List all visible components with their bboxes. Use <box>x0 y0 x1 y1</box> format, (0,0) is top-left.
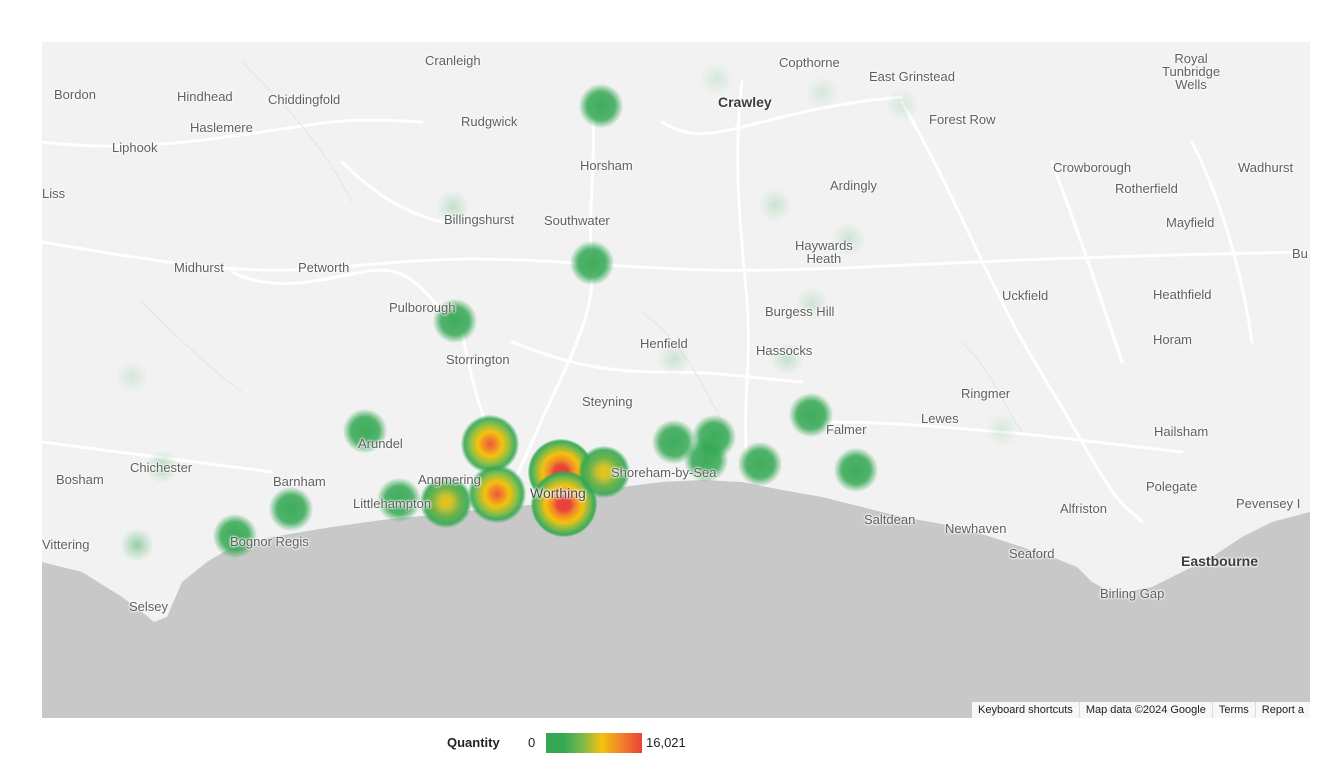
place-label-liphook: Liphook <box>112 140 158 155</box>
place-label-hassocks: Hassocks <box>756 343 813 358</box>
place-label-bosham: Bosham <box>56 472 104 487</box>
place-label-liss: Liss <box>42 186 66 201</box>
place-label-wadhurst: Wadhurst <box>1238 160 1294 175</box>
legend-color-ramp <box>546 733 642 753</box>
place-label-lewes: Lewes <box>921 411 959 426</box>
place-label-royal-tunbridge-wells: Royal Tunbridge Wells <box>1162 51 1221 92</box>
place-label-seaford: Seaford <box>1009 546 1055 561</box>
place-label-barnham: Barnham <box>273 474 326 489</box>
place-label-copthorne: Copthorne <box>779 55 840 70</box>
place-label-petworth: Petworth <box>298 260 350 275</box>
place-label-horsham: Horsham <box>580 158 633 173</box>
map-data-credit: Map data ©2024 Google <box>1078 702 1212 718</box>
map-attribution: Keyboard shortcuts Map data ©2024 Google… <box>972 702 1310 718</box>
report-link[interactable]: Report a <box>1254 702 1310 718</box>
place-label-ringmer: Ringmer <box>961 386 1011 401</box>
place-label-selsey: Selsey <box>129 599 169 614</box>
place-label-chiddingfold: Chiddingfold <box>268 92 341 107</box>
place-label-haslemere: Haslemere <box>190 120 253 135</box>
place-label-ardingly: Ardingly <box>830 178 877 193</box>
place-label-pulborough: Pulborough <box>389 300 456 315</box>
place-label-crowborough: Crowborough <box>1053 160 1132 175</box>
place-label-heathfield: Heathfield <box>1153 287 1212 302</box>
place-label-southwater: Southwater <box>544 213 610 228</box>
place-label-falmer: Falmer <box>826 422 867 437</box>
place-label-bognor-regis: Bognor Regis <box>230 534 309 549</box>
keyboard-shortcuts-link[interactable]: Keyboard shortcuts <box>972 702 1079 718</box>
place-label-bordon: Bordon <box>54 87 96 102</box>
place-label-storrington: Storrington <box>446 352 510 367</box>
place-label-rotherfield: Rotherfield <box>1115 181 1178 196</box>
place-label-polegate: Polegate <box>1146 479 1198 494</box>
place-label-hindhead: Hindhead <box>177 89 233 104</box>
place-label-cranleigh: Cranleigh <box>425 53 481 68</box>
place-label-littlehampton: Littlehampton <box>353 496 432 511</box>
place-label-east-grinstead: East Grinstead <box>869 69 955 84</box>
terms-link[interactable]: Terms <box>1211 702 1255 718</box>
legend-min-value: 0 <box>528 735 536 750</box>
place-label-hailsham: Hailsham <box>1154 424 1209 439</box>
legend-label: Quantity <box>447 735 500 750</box>
place-label-forest-row: Forest Row <box>929 112 996 127</box>
place-label-wittering: Vittering <box>42 537 90 552</box>
heatmap-legend: Quantity 0 16,021 <box>0 733 1338 753</box>
place-label-crawley: Crawley <box>718 94 772 110</box>
place-label-shoreham-by-sea: Shoreham-by-Sea <box>611 465 717 480</box>
place-label-mayfield: Mayfield <box>1166 215 1215 230</box>
place-label-angmering: Angmering <box>418 472 481 487</box>
place-label-eastbourne: Eastbourne <box>1181 553 1259 569</box>
place-label-burgess-hill: Burgess Hill <box>765 304 835 319</box>
map-base <box>42 42 1310 718</box>
place-label-henfield: Henfield <box>640 336 688 351</box>
place-label-bu: Bu <box>1292 246 1308 261</box>
place-label-alfriston: Alfriston <box>1060 501 1107 516</box>
place-label-chichester: Chichester <box>130 460 193 475</box>
map-canvas[interactable]: Cranleigh Copthorne East Grinstead Royal Tu… <box>42 42 1310 718</box>
place-label-pevensey: Pevensey I <box>1236 496 1301 511</box>
legend-max-value: 16,021 <box>646 735 686 750</box>
place-label-arundel: Arundel <box>358 436 403 451</box>
place-label-newhaven: Newhaven <box>945 521 1007 536</box>
place-label-uckfield: Uckfield <box>1002 288 1049 303</box>
place-label-saltdean: Saltdean <box>864 512 916 527</box>
place-label-steyning: Steyning <box>582 394 633 409</box>
place-label-rudgwick: Rudgwick <box>461 114 518 129</box>
place-label-worthing: Worthing <box>530 485 586 501</box>
place-label-midhurst: Midhurst <box>174 260 224 275</box>
place-label-haywards-heath: Haywards Heath <box>795 238 853 266</box>
place-label-horam: Horam <box>1153 332 1193 347</box>
place-label-billingshurst: Billingshurst <box>444 212 515 227</box>
place-label-birling-gap: Birling Gap <box>1100 586 1165 601</box>
